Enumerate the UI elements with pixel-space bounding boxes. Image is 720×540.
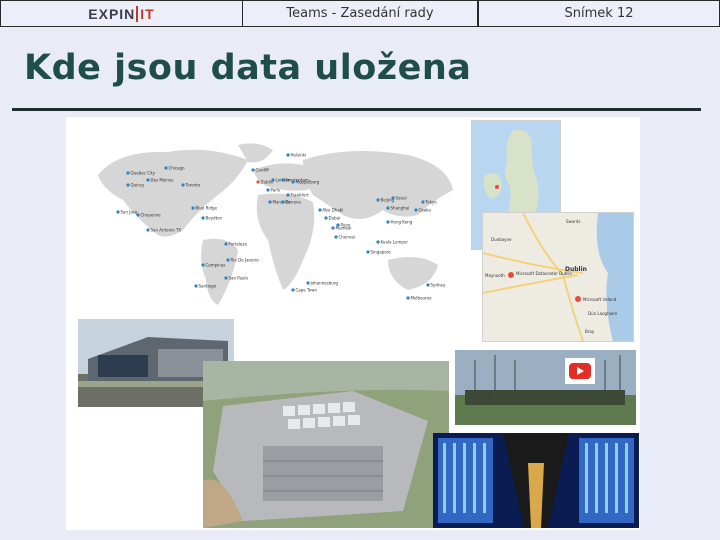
location-marker — [386, 206, 390, 210]
location-label: Toronto — [185, 183, 201, 188]
location-label: Fortaleza — [229, 242, 248, 247]
location-marker — [336, 223, 340, 227]
location-label: Quincy — [131, 183, 146, 188]
map-label: Bray — [585, 329, 595, 334]
slide-number: Snímek 12 — [478, 0, 720, 27]
location-marker — [286, 193, 290, 197]
location-marker — [181, 183, 185, 187]
location-marker — [201, 216, 205, 220]
location-marker — [146, 178, 150, 182]
location-label: Paris — [271, 188, 281, 193]
map-label: Dún Laoghaire — [588, 311, 618, 316]
company-logo: EXPIN IT — [88, 5, 155, 22]
datacenter-aerial-photo — [203, 361, 449, 528]
map-label: Swords — [566, 219, 580, 224]
location-label: Abu Dhabi — [323, 208, 344, 213]
location-label: Sydney — [431, 283, 446, 288]
location-marker — [116, 210, 120, 214]
location-marker — [386, 220, 390, 224]
location-marker — [268, 200, 272, 204]
map-label: Dunboyne — [491, 237, 512, 242]
location-marker — [331, 226, 335, 230]
location-marker — [201, 263, 205, 267]
slide-title: Kde jsou data uložena — [24, 48, 472, 88]
location-label: Chennai — [339, 235, 355, 240]
location-marker — [164, 166, 168, 170]
location-label: Quebec City — [131, 171, 156, 176]
location-label: Cardiff — [256, 168, 269, 173]
location-marker — [271, 178, 275, 182]
location-label: Pune — [341, 223, 351, 228]
location-label: Hong Kong — [391, 220, 413, 225]
location-label: Sao Paulo — [229, 276, 249, 281]
location-marker — [226, 258, 230, 262]
location-label: Tokyo — [425, 200, 438, 205]
logo-box: EXPIN IT — [0, 0, 243, 27]
location-marker — [251, 168, 255, 172]
location-label: Seoul — [396, 196, 407, 201]
location-label: Des Moines — [151, 178, 174, 183]
location-marker — [421, 200, 425, 204]
location-marker — [224, 276, 228, 280]
location-marker — [281, 200, 285, 204]
location-label: Dubai — [329, 216, 341, 221]
location-label: Cape Town — [296, 288, 318, 293]
location-label: Johannesburg — [310, 281, 339, 286]
location-label: Blue Ridge — [196, 206, 218, 211]
location-marker — [146, 228, 150, 232]
datacenter-marker — [575, 296, 581, 302]
location-label: San Jose — [121, 210, 139, 215]
location-label: Chicago — [169, 166, 186, 171]
datacenter-marker — [508, 272, 514, 278]
location-label: Kuala Lumpur — [381, 240, 409, 245]
location-label: Santiago — [199, 284, 217, 289]
location-marker — [376, 240, 380, 244]
location-label: Boydton — [206, 216, 223, 221]
location-marker — [286, 153, 290, 157]
dublin-map: Dublin Microsoft Datacenter Dublin Micro… — [482, 212, 634, 342]
location-marker — [376, 198, 380, 202]
title-divider — [12, 108, 701, 111]
location-marker — [414, 208, 418, 212]
server-room-photo — [433, 433, 639, 528]
map-label-datacenter: Microsoft Datacenter Dublin — [516, 271, 573, 276]
location-marker — [306, 281, 310, 285]
location-label: Shanghai — [391, 206, 410, 211]
location-label: San Antonio TX — [151, 228, 182, 233]
location-label: Singapore — [371, 250, 392, 255]
location-label: Campinas — [206, 263, 226, 268]
location-label: Melbourne — [411, 296, 433, 301]
location-label: Helsinki — [291, 153, 307, 158]
location-marker — [426, 283, 430, 287]
top-bar: EXPIN IT Teams - Zasedání rady Snímek 12 — [0, 0, 720, 28]
location-marker — [366, 250, 370, 254]
map-label-office: Microsoft Ireland — [583, 297, 617, 302]
location-label: Meppelborg — [296, 180, 320, 185]
location-marker — [406, 296, 410, 300]
location-label: Rio De Janeiro — [231, 258, 260, 263]
location-marker — [266, 188, 270, 192]
location-marker — [126, 183, 130, 187]
location-marker — [126, 171, 130, 175]
location-label: Geneva — [286, 200, 302, 205]
location-marker — [281, 178, 285, 182]
presentation-title: Teams - Zasedání rady — [242, 0, 478, 27]
location-marker — [291, 288, 295, 292]
location-marker — [291, 180, 295, 184]
location-marker — [334, 235, 338, 239]
location-marker — [194, 284, 198, 288]
location-marker — [324, 216, 328, 220]
location-label: Osaka — [419, 208, 432, 213]
location-marker — [391, 196, 395, 200]
location-marker — [191, 206, 195, 210]
location-marker — [136, 213, 140, 217]
location-marker — [318, 208, 322, 212]
map-label: Maynooth — [485, 273, 505, 278]
location-label: Frankfurt — [291, 193, 310, 198]
location-marker — [256, 180, 260, 184]
location-marker — [224, 242, 228, 246]
location-label: Cheyenne — [141, 213, 162, 218]
world-datacenter-map: Quincy Des Moines Chicago Toronto Quebec Cit… — [98, 143, 453, 305]
datacenter-video-thumbnail[interactable] — [455, 350, 636, 425]
